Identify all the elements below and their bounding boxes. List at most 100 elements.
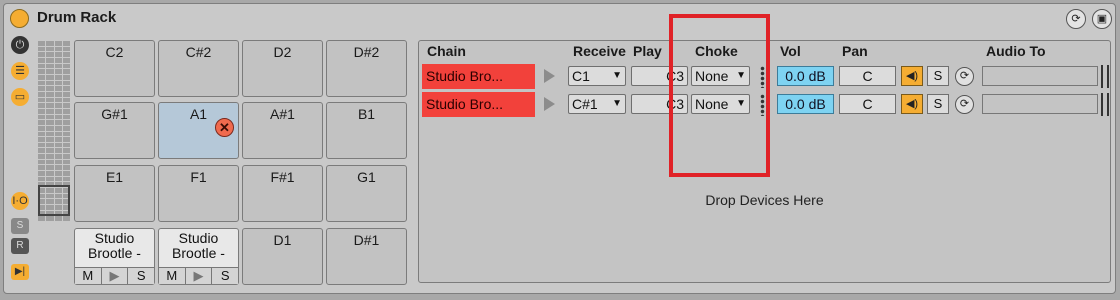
pad-overview-cell[interactable] <box>38 41 46 46</box>
pad-overview-cell[interactable] <box>62 91 70 97</box>
pad-e1[interactable]: E1 <box>74 165 155 222</box>
pad-overview-cell[interactable] <box>46 216 54 221</box>
pad-b1[interactable]: B1 <box>326 102 407 159</box>
pad-overview-cell[interactable] <box>54 120 62 125</box>
pad-overview-cell[interactable] <box>62 142 70 148</box>
pad-overview-cell[interactable] <box>46 131 54 137</box>
chain-volume[interactable]: 0.0 dB <box>777 94 834 114</box>
pad-overview-cell[interactable] <box>54 165 62 171</box>
pad-c1[interactable]: Studio Brootle - M ▶ S <box>74 228 155 285</box>
pad-overview-cell[interactable] <box>54 91 62 97</box>
pad-c2[interactable]: C2 <box>74 40 155 97</box>
save-preset-icon[interactable]: ▣ <box>1092 9 1112 29</box>
pad-overview-cell[interactable] <box>38 165 46 171</box>
pad-overview-cell[interactable] <box>38 137 46 142</box>
pad-overview-cell[interactable] <box>54 103 62 108</box>
pad-overview-cell[interactable] <box>54 176 62 182</box>
pad-overview-cell[interactable] <box>38 159 46 165</box>
pad-overview-cell[interactable] <box>62 216 70 221</box>
pad-overview-cell[interactable] <box>46 86 54 91</box>
pad-overview-cell[interactable] <box>38 103 46 108</box>
pad-overview-cell[interactable] <box>46 176 54 182</box>
pad-overview-cell[interactable] <box>46 120 54 125</box>
macro-power-icon[interactable]: ⏻ <box>11 36 29 54</box>
chain-icon[interactable]: ▶| <box>11 264 29 280</box>
pad-overview-cell[interactable] <box>46 108 54 114</box>
pad-overview-cell[interactable] <box>46 165 54 171</box>
chain-name[interactable]: Studio Bro... <box>422 92 535 117</box>
chain-pan[interactable]: C <box>839 94 896 114</box>
pad-overview-cell[interactable] <box>46 74 54 80</box>
chain-name[interactable]: Studio Bro... <box>422 64 535 89</box>
hot-swap-chain-icon[interactable]: ⟳ <box>955 95 974 114</box>
pad-overview-cell[interactable] <box>62 114 70 120</box>
pad-overview-cell[interactable] <box>38 52 46 57</box>
pad-overview-cell[interactable] <box>62 171 70 176</box>
pad-overview-cell[interactable] <box>62 80 70 86</box>
pad-d1[interactable]: D1 <box>242 228 323 285</box>
receive-select[interactable]: C1 ▼ <box>568 66 626 86</box>
pad-d#1[interactable]: D#1 <box>326 228 407 285</box>
pad-overview-cell[interactable] <box>38 114 46 120</box>
pad-overview-cell[interactable] <box>54 125 62 131</box>
pad-overview-cell[interactable] <box>54 52 62 57</box>
pad-overview-cell[interactable] <box>54 108 62 114</box>
pad-overview-cell[interactable] <box>38 86 46 91</box>
pad-overview-cell[interactable] <box>62 125 70 131</box>
chain-pan[interactable]: C <box>839 66 896 86</box>
pad-g#1[interactable]: G#1 <box>74 102 155 159</box>
pad-overview-cell[interactable] <box>38 142 46 148</box>
pad-overview-cell[interactable] <box>38 97 46 103</box>
pad-solo-button[interactable]: S <box>212 268 239 284</box>
pad-overview-cell[interactable] <box>62 97 70 103</box>
pad-overview-cell[interactable] <box>38 176 46 182</box>
pad-overview-cell[interactable] <box>62 120 70 125</box>
pad-overview-cell[interactable] <box>54 148 62 154</box>
pad-overview-cell[interactable] <box>46 148 54 154</box>
pad-overview-cell[interactable] <box>46 114 54 120</box>
pad-overview-cell[interactable] <box>38 91 46 97</box>
pad-overview-cell[interactable] <box>62 165 70 171</box>
pad-overview-cell[interactable] <box>46 41 54 46</box>
pad-overview-cell[interactable] <box>54 57 62 63</box>
chain-play-icon[interactable] <box>544 97 555 111</box>
pad-overview-cell[interactable] <box>38 46 46 52</box>
pad-overview-cell[interactable] <box>38 131 46 137</box>
pad-overview-cell[interactable] <box>38 125 46 131</box>
pad-play-button[interactable]: ▶ <box>101 268 129 284</box>
chain-volume[interactable]: 0.0 dB <box>777 66 834 86</box>
pad-overview-cell[interactable] <box>46 63 54 69</box>
pad-f1[interactable]: F1 <box>158 165 239 222</box>
pad-overview-cell[interactable] <box>62 137 70 142</box>
drop-devices-hint[interactable]: Drop Devices Here <box>419 192 1110 208</box>
pad-overview-cell[interactable] <box>38 57 46 63</box>
pad-overview-cell[interactable] <box>54 69 62 74</box>
pad-overview-cell[interactable] <box>54 131 62 137</box>
pad-d2[interactable]: D2 <box>242 40 323 97</box>
pad-overview-cell[interactable] <box>54 114 62 120</box>
pad-overview-cell[interactable] <box>54 159 62 165</box>
pad-overview-cell[interactable] <box>38 80 46 86</box>
macro-icon[interactable]: ▭ <box>11 88 29 106</box>
pad-overview-cell[interactable] <box>38 69 46 74</box>
pad-f#1[interactable]: F#1 <box>242 165 323 222</box>
pad-play-button[interactable]: ▶ <box>185 268 213 284</box>
pad-overview-cell[interactable] <box>46 125 54 131</box>
pad-overview-cell[interactable] <box>46 46 54 52</box>
device-power-button[interactable] <box>10 9 29 28</box>
audio-to-select[interactable] <box>982 94 1098 114</box>
chain-solo-button[interactable]: S <box>927 94 949 114</box>
pad-overview-cell[interactable] <box>46 103 54 108</box>
pad-overview-selection[interactable] <box>38 185 70 216</box>
pad-overview-cell[interactable] <box>46 52 54 57</box>
pad-d#2[interactable]: D#2 <box>326 40 407 97</box>
pad-overview-cell[interactable] <box>38 120 46 125</box>
pad-overview-cell[interactable] <box>62 159 70 165</box>
pad-overview-cell[interactable] <box>46 171 54 176</box>
pad-overview-cell[interactable] <box>46 154 54 159</box>
pad-overview-cell[interactable] <box>38 63 46 69</box>
pad-overview-cell[interactable] <box>62 148 70 154</box>
pad-overview-cell[interactable] <box>54 80 62 86</box>
pad-overview-cell[interactable] <box>62 176 70 182</box>
chain-solo-button[interactable]: S <box>927 66 949 86</box>
